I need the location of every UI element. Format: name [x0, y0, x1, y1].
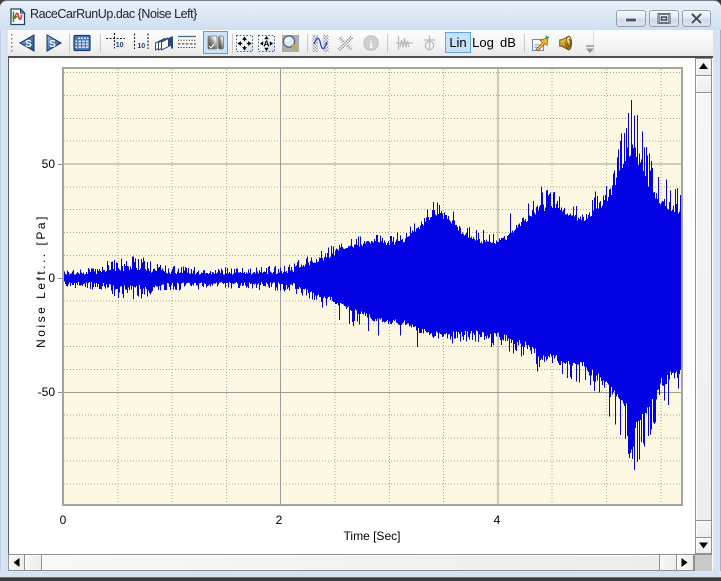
svg-text:i: i	[369, 39, 372, 51]
svg-text:10: 10	[116, 42, 124, 49]
svg-text:S: S	[25, 39, 32, 50]
svg-text:10: 10	[137, 43, 145, 50]
svg-text:A: A	[263, 39, 269, 49]
svg-text:S: S	[49, 39, 56, 50]
